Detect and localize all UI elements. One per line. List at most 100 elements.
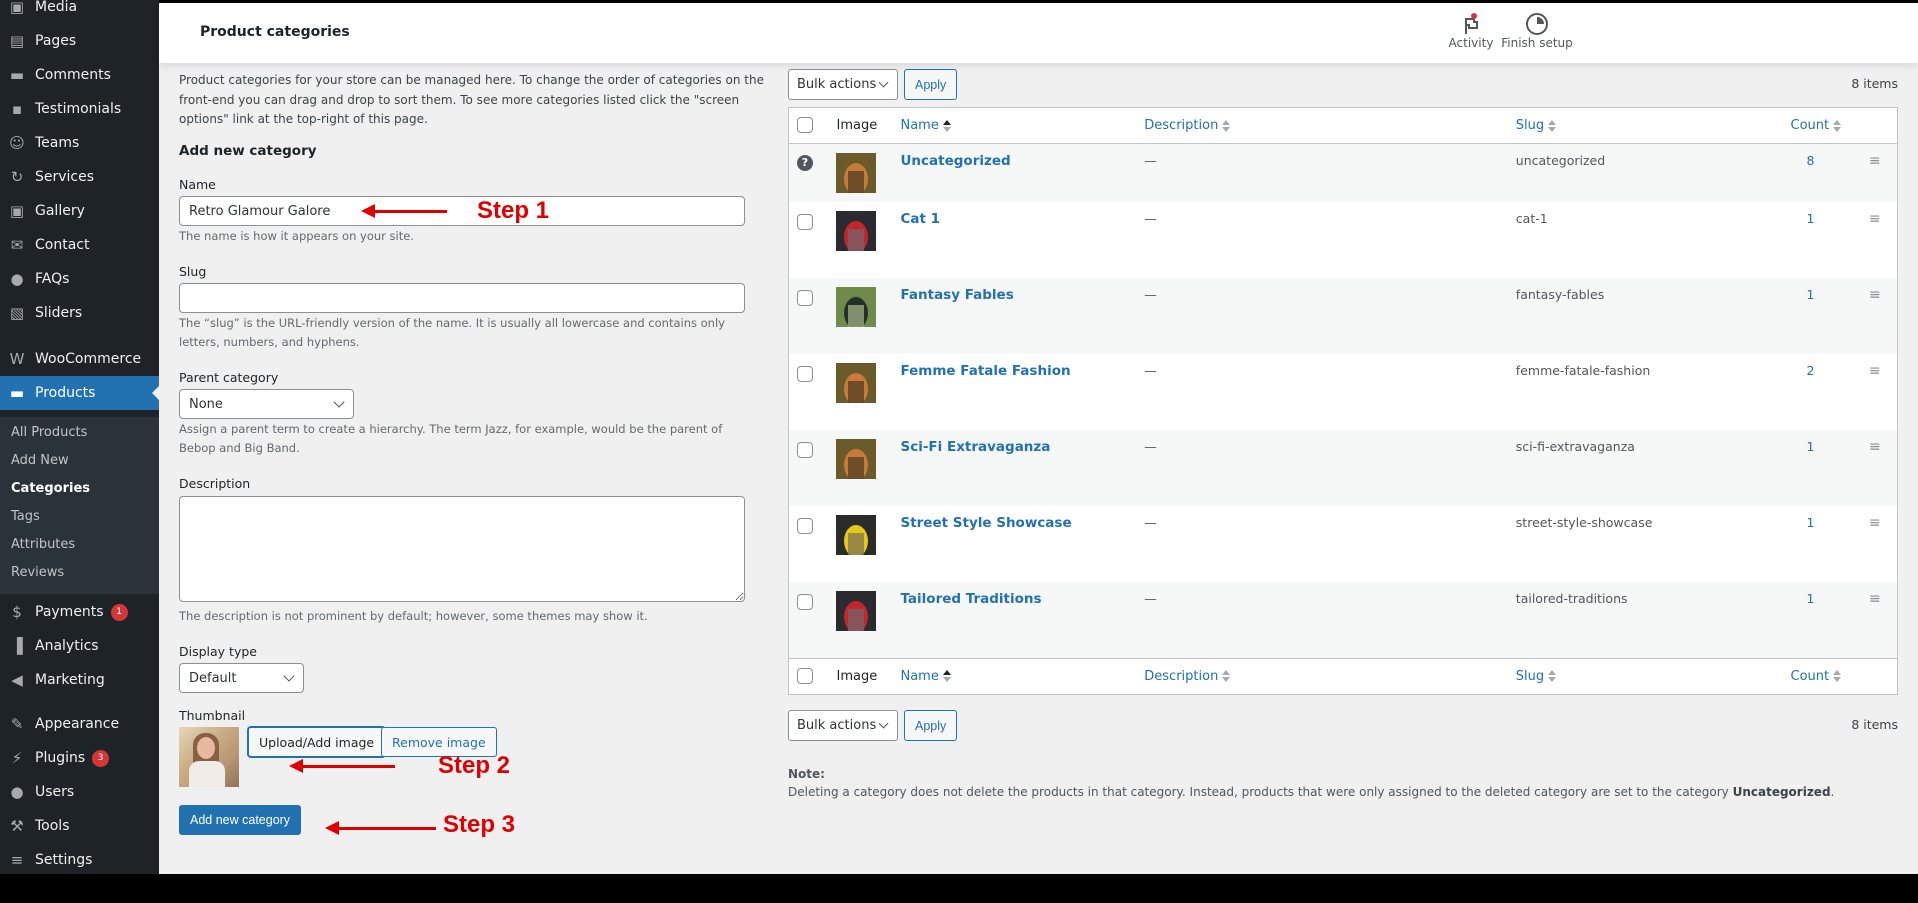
row-checkbox[interactable] bbox=[797, 366, 813, 382]
row-checkbox[interactable] bbox=[797, 594, 813, 610]
parent-category-help: Assign a parent term to create a hierarc… bbox=[179, 422, 723, 455]
category-name-link[interactable]: Cat 1 bbox=[900, 211, 940, 227]
category-name-link[interactable]: Tailored Traditions bbox=[900, 591, 1041, 607]
chevron-down-icon bbox=[878, 77, 889, 88]
sidebar-item-pages[interactable]: ▤ Pages bbox=[0, 24, 159, 58]
help-icon[interactable]: ? bbox=[797, 155, 813, 171]
sidebar-item-analytics[interactable]: ▐ Analytics bbox=[0, 629, 159, 663]
sidebar-item-tools[interactable]: ⚒ Tools bbox=[0, 809, 159, 843]
submenu-item-all-products[interactable]: All Products bbox=[11, 425, 87, 440]
category-slug: street-style-showcase bbox=[1515, 515, 1653, 530]
sidebar-item-plugins[interactable]: ⚡ Plugins 3 bbox=[0, 741, 159, 775]
name-input[interactable] bbox=[179, 196, 745, 226]
paintbrush-icon: ✎ bbox=[10, 715, 24, 733]
column-count-footer[interactable]: Count bbox=[1791, 669, 1830, 684]
table-row: Cat 1 — cat-1 1 ≡ bbox=[789, 202, 1898, 278]
row-checkbox[interactable] bbox=[797, 290, 813, 306]
step3-label: Step 3 bbox=[443, 811, 516, 838]
category-name-link[interactable]: Femme Fatale Fashion bbox=[900, 363, 1070, 379]
sidebar-item-marketing[interactable]: ◀ Marketing bbox=[0, 663, 159, 697]
apply-button[interactable]: Apply bbox=[904, 69, 958, 100]
sidebar-item-payments[interactable]: $ Payments 1 bbox=[0, 595, 159, 629]
column-count[interactable]: Count bbox=[1791, 118, 1830, 133]
column-name[interactable]: Name bbox=[900, 118, 938, 133]
submenu-item-reviews[interactable]: Reviews bbox=[11, 565, 64, 580]
display-type-value: Default bbox=[189, 670, 237, 686]
sidebar-item-teams[interactable]: ☺ Teams bbox=[0, 126, 159, 160]
category-name-link[interactable]: Fantasy Fables bbox=[900, 287, 1013, 303]
category-count-link[interactable]: 2 bbox=[1807, 363, 1815, 378]
items-count-bottom: 8 items bbox=[1851, 717, 1898, 732]
row-checkbox[interactable] bbox=[797, 518, 813, 534]
row-checkbox[interactable] bbox=[797, 442, 813, 458]
category-count-link[interactable]: 1 bbox=[1807, 439, 1815, 454]
sidebar-item-services[interactable]: ↻ Services bbox=[0, 160, 159, 194]
notification-badge: 3 bbox=[92, 749, 110, 767]
category-name-link[interactable]: Sci-Fi Extravaganza bbox=[900, 439, 1050, 455]
row-checkbox[interactable] bbox=[797, 214, 813, 230]
finish-setup-label: Finish setup bbox=[1501, 36, 1573, 50]
category-name-link[interactable]: Uncategorized bbox=[900, 153, 1010, 169]
parent-category-label: Parent category bbox=[179, 370, 279, 385]
sidebar-item-testimonials[interactable]: ▪ Testimonials bbox=[0, 92, 159, 126]
bulk-actions-select-bottom[interactable]: Bulk actions bbox=[788, 710, 898, 741]
drag-handle-icon[interactable]: ≡ bbox=[1869, 515, 1881, 531]
media-icon: ▣ bbox=[9, 0, 25, 16]
archive-box-icon: ▬ bbox=[9, 384, 25, 402]
sidebar-item-comments[interactable]: ▬ Comments bbox=[0, 58, 159, 92]
select-all-checkbox-footer[interactable] bbox=[797, 667, 813, 684]
sort-icon bbox=[1833, 670, 1842, 682]
parent-category-select[interactable]: None bbox=[179, 389, 354, 419]
drag-handle-icon[interactable]: ≡ bbox=[1869, 287, 1881, 303]
categories-table: Image Name Description Slug Count ? Unca… bbox=[788, 107, 1898, 695]
category-count-link[interactable]: 8 bbox=[1807, 153, 1815, 168]
activity-button[interactable]: Activity bbox=[1446, 12, 1496, 50]
sort-asc-icon bbox=[942, 670, 951, 682]
category-count-link[interactable]: 1 bbox=[1807, 287, 1815, 302]
gallery-icon: ▣ bbox=[9, 202, 25, 220]
pages-icon: ▤ bbox=[9, 32, 25, 50]
apply-button-bottom[interactable]: Apply bbox=[904, 710, 958, 741]
sidebar-item-appearance[interactable]: ✎ Appearance bbox=[0, 707, 159, 741]
add-new-category-button[interactable]: Add new category bbox=[179, 805, 302, 835]
sidebar-item-faqs[interactable]: ● FAQs bbox=[0, 262, 159, 296]
column-slug[interactable]: Slug bbox=[1516, 118, 1544, 133]
category-name-link[interactable]: Street Style Showcase bbox=[900, 515, 1071, 531]
submenu-item-add-new[interactable]: Add New bbox=[11, 453, 69, 468]
table-footer-row: Image Name Description Slug Count bbox=[788, 657, 1898, 694]
column-description[interactable]: Description bbox=[1144, 118, 1218, 133]
drag-handle-icon[interactable]: ≡ bbox=[1869, 439, 1881, 455]
bulk-actions-select[interactable]: Bulk actions bbox=[788, 69, 898, 100]
category-slug: tailored-traditions bbox=[1515, 591, 1628, 606]
finish-setup-button[interactable]: Finish setup bbox=[1501, 12, 1573, 50]
sidebar-item-media[interactable]: ▣ Media bbox=[0, 0, 159, 24]
category-count-link[interactable]: 1 bbox=[1807, 211, 1815, 226]
drag-handle-icon[interactable]: ≡ bbox=[1869, 363, 1881, 379]
upload-image-button[interactable]: Upload/Add image bbox=[248, 727, 386, 757]
category-count-link[interactable]: 1 bbox=[1807, 515, 1815, 530]
drag-handle-icon[interactable]: ≡ bbox=[1869, 591, 1881, 607]
column-slug-footer[interactable]: Slug bbox=[1516, 669, 1544, 684]
drag-handle-icon[interactable]: ≡ bbox=[1869, 211, 1881, 227]
sidebar-item-gallery[interactable]: ▣ Gallery bbox=[0, 194, 159, 228]
description-textarea[interactable] bbox=[179, 496, 745, 602]
select-all-checkbox[interactable] bbox=[797, 117, 813, 133]
column-name-footer[interactable]: Name bbox=[900, 669, 938, 684]
drag-handle-icon[interactable]: ≡ bbox=[1869, 153, 1881, 169]
sidebar-item-contact[interactable]: ✉ Contact bbox=[0, 228, 159, 262]
submenu-item-tags[interactable]: Tags bbox=[11, 509, 40, 524]
submenu-item-categories[interactable]: Categories bbox=[11, 481, 90, 496]
display-type-select[interactable]: Default bbox=[179, 663, 304, 693]
category-count-link[interactable]: 1 bbox=[1807, 591, 1815, 606]
sidebar-item-label: Products bbox=[35, 385, 96, 401]
sidebar-item-products[interactable]: ▬ Products bbox=[0, 376, 159, 410]
sidebar-item-settings[interactable]: ≡ Settings bbox=[0, 843, 159, 877]
sidebar-item-sliders[interactable]: ▧ Sliders bbox=[0, 296, 159, 330]
submenu-item-attributes[interactable]: Attributes bbox=[11, 537, 75, 552]
table-row: Femme Fatale Fashion — femme-fatale-fash… bbox=[789, 354, 1898, 430]
sidebar-item-users[interactable]: ● Users bbox=[0, 775, 159, 809]
note-heading: Note: bbox=[788, 767, 825, 781]
sidebar-item-woocommerce[interactable]: W WooCommerce bbox=[0, 342, 159, 376]
column-description-footer[interactable]: Description bbox=[1144, 669, 1218, 684]
slug-input[interactable] bbox=[179, 283, 745, 313]
